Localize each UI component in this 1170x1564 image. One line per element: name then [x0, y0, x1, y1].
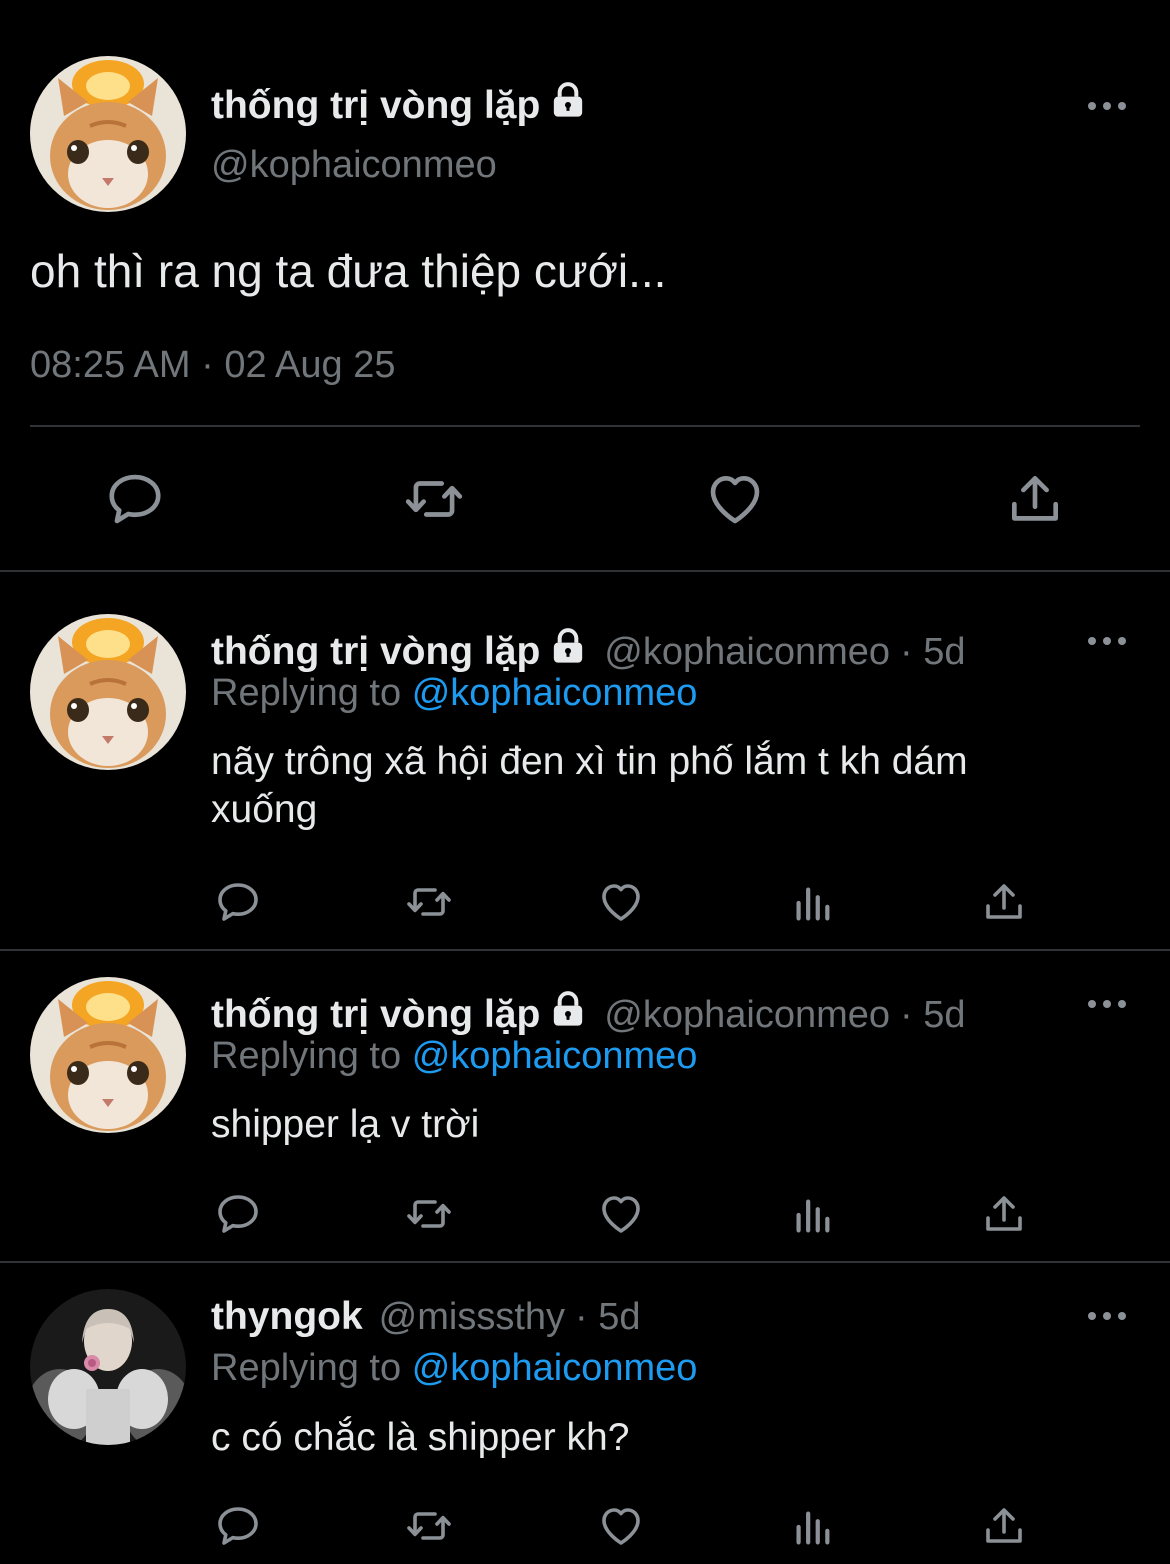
divider	[0, 1261, 1170, 1263]
reply-header: thống trị vòng lặp @kophaiconmeo · 5d	[211, 626, 966, 671]
relative-time[interactable]: · 5d	[900, 994, 965, 1036]
reply-text-line: xuống	[211, 788, 318, 831]
lock-icon	[548, 80, 588, 120]
share-icon[interactable]	[980, 878, 1028, 926]
share-icon[interactable]	[980, 1502, 1028, 1550]
handle[interactable]: @kophaiconmeo	[211, 146, 497, 184]
like-icon[interactable]	[704, 468, 766, 530]
reply-text: c có chắc là shipper kh?	[211, 1414, 629, 1462]
display-name[interactable]: thống trị vòng lặp	[211, 630, 540, 673]
reply-header: thống trị vòng lặp @kophaiconmeo · 5d	[211, 989, 966, 1034]
reply-icon[interactable]	[214, 878, 262, 926]
divider	[30, 425, 1140, 427]
person-avatar-icon	[30, 1289, 186, 1445]
cat-avatar-icon	[30, 977, 186, 1133]
stats-icon[interactable]	[789, 1192, 835, 1238]
handle[interactable]: @misssthy	[379, 1296, 565, 1338]
relative-time[interactable]: · 5d	[900, 631, 965, 673]
replying-prefix: Replying to	[211, 1347, 402, 1389]
reply-text-line: shipper lạ v trời	[211, 1103, 480, 1146]
replying-to: Replying to @kophaiconmeo	[211, 1349, 697, 1387]
reply-text: nãy trông xã hội đen xì tin phố lắm t kh…	[211, 738, 968, 834]
like-icon[interactable]	[597, 1502, 645, 1550]
more-icon[interactable]	[1088, 997, 1128, 1011]
reply-icon[interactable]	[104, 468, 166, 530]
retweet-icon[interactable]	[401, 878, 457, 926]
avatar[interactable]	[30, 1289, 186, 1445]
stats-icon[interactable]	[789, 1504, 835, 1550]
lock-icon	[548, 626, 588, 666]
reply-icon[interactable]	[214, 1190, 262, 1238]
replying-prefix: Replying to	[211, 672, 402, 714]
more-icon[interactable]	[1088, 99, 1128, 113]
cat-avatar-icon	[30, 56, 186, 212]
replying-to: Replying to @kophaiconmeo	[211, 674, 697, 712]
avatar[interactable]	[30, 614, 186, 770]
handle[interactable]: @kophaiconmeo	[604, 994, 890, 1036]
like-icon[interactable]	[597, 878, 645, 926]
display-name-row: thống trị vòng lặp	[211, 80, 588, 125]
reply-icon[interactable]	[214, 1502, 262, 1550]
display-name[interactable]: thyngok	[211, 1295, 363, 1338]
handle[interactable]: @kophaiconmeo	[604, 631, 890, 673]
cat-avatar-icon	[30, 614, 186, 770]
share-icon[interactable]	[980, 1190, 1028, 1238]
divider	[0, 949, 1170, 951]
more-icon[interactable]	[1088, 1309, 1128, 1323]
like-icon[interactable]	[597, 1190, 645, 1238]
more-icon[interactable]	[1088, 634, 1128, 648]
retweet-icon[interactable]	[401, 1190, 457, 1238]
lock-icon	[548, 989, 588, 1029]
replying-to-link[interactable]: @kophaiconmeo	[412, 1035, 698, 1077]
retweet-icon[interactable]	[399, 468, 469, 530]
avatar[interactable]	[30, 56, 186, 212]
display-name[interactable]: thống trị vòng lặp	[211, 84, 540, 127]
tweet-text: oh thì ra ng ta đưa thiệp cưới...	[30, 245, 667, 297]
divider	[0, 570, 1170, 572]
replying-to-link[interactable]: @kophaiconmeo	[412, 1347, 698, 1389]
relative-time[interactable]: · 5d	[575, 1296, 640, 1338]
stats-icon[interactable]	[789, 880, 835, 926]
replying-to: Replying to @kophaiconmeo	[211, 1037, 697, 1075]
retweet-icon[interactable]	[401, 1502, 457, 1550]
replying-prefix: Replying to	[211, 1035, 402, 1077]
reply-text-line: c có chắc là shipper kh?	[211, 1416, 630, 1459]
reply-text-line: nãy trông xã hội đen xì tin phố lắm t kh…	[211, 740, 968, 783]
display-name[interactable]: thống trị vòng lặp	[211, 993, 540, 1036]
avatar[interactable]	[30, 977, 186, 1133]
timestamp[interactable]: 08:25 AM · 02 Aug 25	[30, 346, 396, 384]
share-icon[interactable]	[1004, 468, 1066, 530]
reply-header: thyngok @misssthy · 5d	[211, 1297, 641, 1336]
reply-text: shipper lạ v trời	[211, 1101, 479, 1149]
replying-to-link[interactable]: @kophaiconmeo	[412, 672, 698, 714]
